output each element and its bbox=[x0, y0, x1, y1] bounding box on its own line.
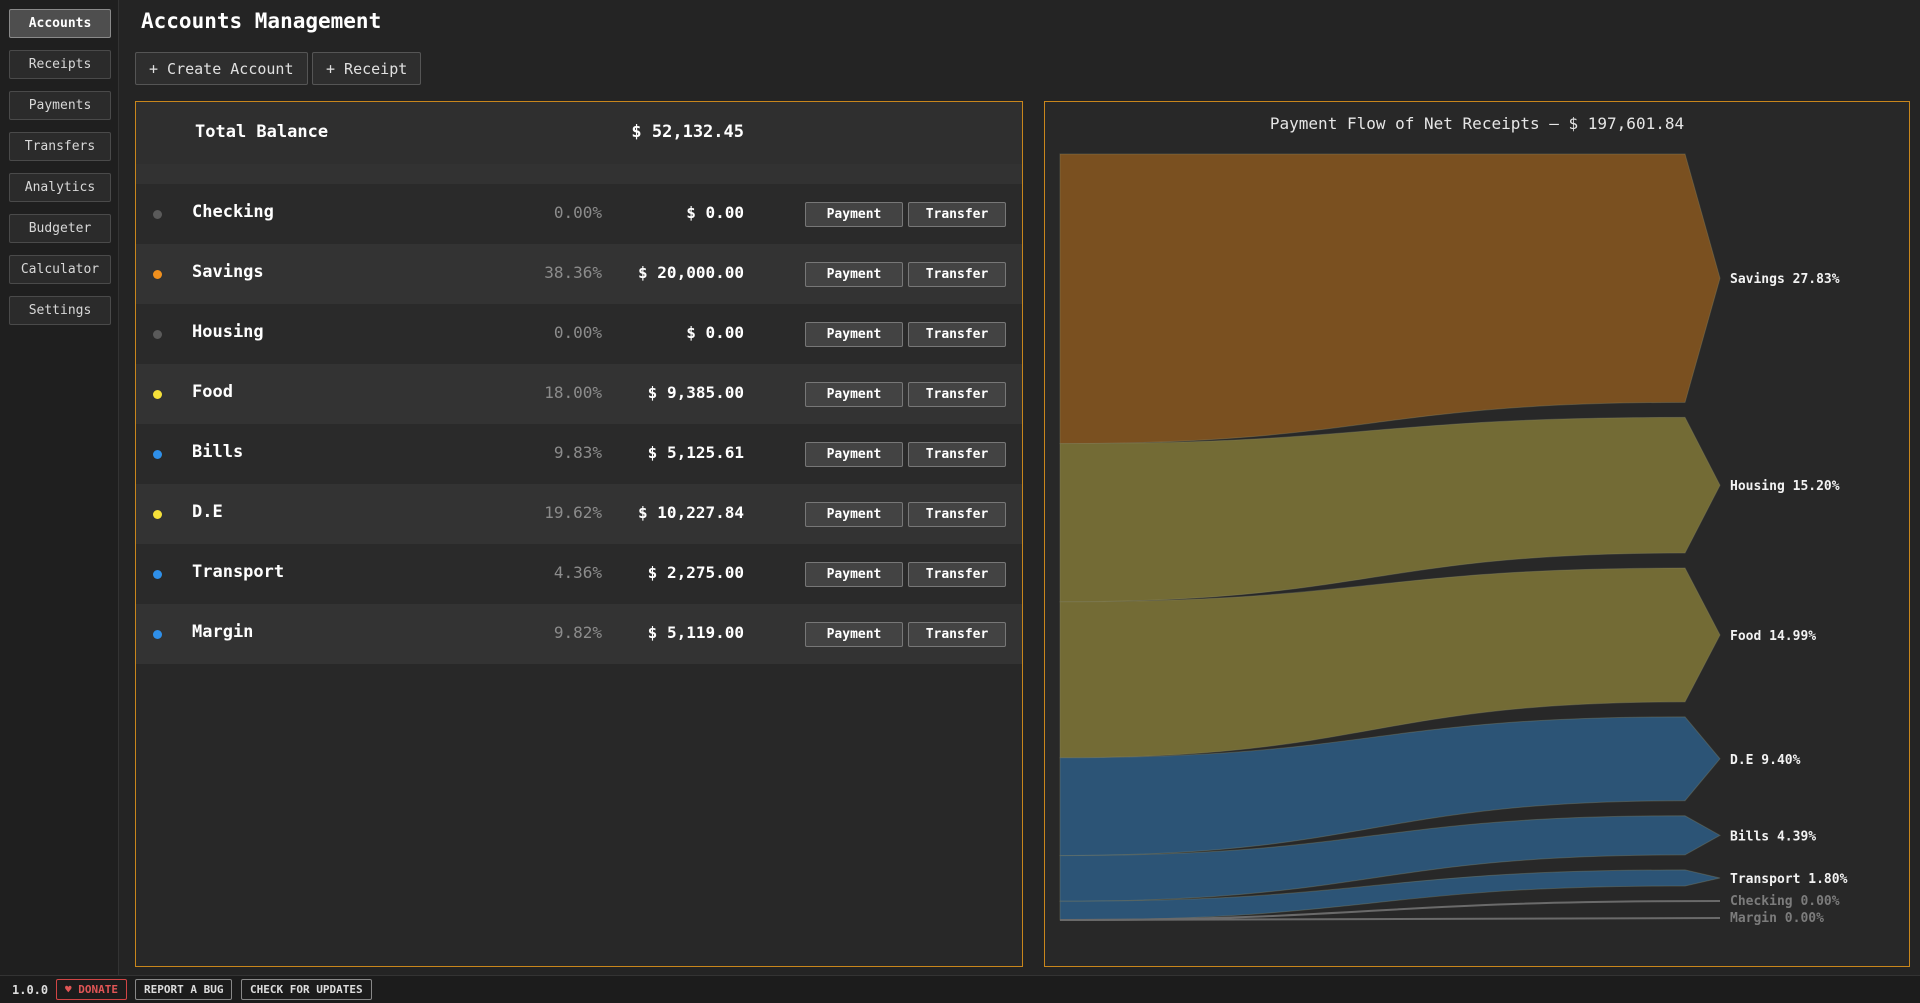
payment-button[interactable]: Payment bbox=[805, 562, 903, 587]
account-color-dot bbox=[153, 210, 162, 219]
sidebar: Accounts Receipts Payments Transfers Ana… bbox=[0, 0, 119, 975]
payment-button[interactable]: Payment bbox=[805, 202, 903, 227]
flow-label: Margin 0.00% bbox=[1730, 911, 1824, 926]
account-balance: $ 5,119.00 bbox=[647, 623, 744, 642]
account-balance: $ 20,000.00 bbox=[638, 263, 744, 282]
create-account-button[interactable]: + Create Account bbox=[135, 52, 308, 85]
payment-button[interactable]: Payment bbox=[805, 382, 903, 407]
account-balance: $ 10,227.84 bbox=[638, 503, 744, 522]
nav-budgeter[interactable]: Budgeter bbox=[9, 214, 111, 243]
check-updates-button[interactable]: CHECK FOR UPDATES bbox=[241, 979, 372, 1000]
table-spacer bbox=[136, 164, 1022, 184]
account-color-dot bbox=[153, 270, 162, 279]
account-percent: 9.83% bbox=[553, 443, 602, 462]
flow-band bbox=[1059, 153, 1721, 445]
accounts-panel: Total Balance $ 52,132.45 Checking 0.00%… bbox=[135, 101, 1023, 967]
flow-label: Transport 1.80% bbox=[1730, 872, 1848, 887]
account-color-dot bbox=[153, 510, 162, 519]
account-percent: 4.36% bbox=[553, 563, 602, 582]
transfer-button[interactable]: Transfer bbox=[908, 322, 1006, 347]
transfer-button[interactable]: Transfer bbox=[908, 262, 1006, 287]
transfer-button[interactable]: Transfer bbox=[908, 442, 1006, 467]
account-row-de: D.E 19.62% $ 10,227.84 Payment Transfer bbox=[136, 484, 1022, 544]
account-percent: 0.00% bbox=[553, 323, 602, 342]
add-receipt-button[interactable]: + Receipt bbox=[312, 52, 422, 85]
payment-button[interactable]: Payment bbox=[805, 622, 903, 647]
payment-flow-panel: Payment Flow of Net Receipts — $ 197,601… bbox=[1044, 101, 1910, 967]
account-name: Transport bbox=[192, 562, 285, 582]
transfer-button[interactable]: Transfer bbox=[908, 622, 1006, 647]
account-color-dot bbox=[153, 630, 162, 639]
nav-accounts[interactable]: Accounts bbox=[9, 9, 111, 38]
account-row-housing: Housing 0.00% $ 0.00 Payment Transfer bbox=[136, 304, 1022, 364]
flow-label: Bills 4.39% bbox=[1730, 829, 1816, 844]
account-name: Checking bbox=[192, 202, 274, 222]
nav-receipts[interactable]: Receipts bbox=[9, 50, 111, 79]
account-row-margin: Margin 9.82% $ 5,119.00 Payment Transfer bbox=[136, 604, 1022, 664]
payment-button[interactable]: Payment bbox=[805, 442, 903, 467]
payment-button[interactable]: Payment bbox=[805, 262, 903, 287]
total-balance-row: Total Balance $ 52,132.45 bbox=[136, 102, 1022, 164]
account-name: Housing bbox=[192, 322, 264, 342]
flow-label: Savings 27.83% bbox=[1730, 272, 1840, 287]
account-row-bills: Bills 9.83% $ 5,125.61 Payment Transfer bbox=[136, 424, 1022, 484]
account-name: Margin bbox=[192, 622, 254, 642]
account-balance: $ 0.00 bbox=[686, 323, 744, 342]
flow-label: Food 14.99% bbox=[1730, 629, 1816, 644]
nav-payments[interactable]: Payments bbox=[9, 91, 111, 120]
flow-label: D.E 9.40% bbox=[1730, 753, 1801, 768]
account-name: Bills bbox=[192, 442, 244, 462]
account-color-dot bbox=[153, 330, 162, 339]
account-balance: $ 5,125.61 bbox=[647, 443, 744, 462]
account-name: D.E bbox=[192, 502, 223, 522]
nav-transfers[interactable]: Transfers bbox=[9, 132, 111, 161]
account-row-savings: Savings 38.36% $ 20,000.00 Payment Trans… bbox=[136, 244, 1022, 304]
account-percent: 19.62% bbox=[544, 503, 602, 522]
nav-settings[interactable]: Settings bbox=[9, 296, 111, 325]
footer: 1.0.0 ♥ DONATE REPORT A BUG CHECK FOR UP… bbox=[0, 975, 1920, 1003]
payment-button[interactable]: Payment bbox=[805, 502, 903, 527]
account-balance: $ 2,275.00 bbox=[647, 563, 744, 582]
transfer-button[interactable]: Transfer bbox=[908, 202, 1006, 227]
account-color-dot bbox=[153, 390, 162, 399]
account-row-checking: Checking 0.00% $ 0.00 Payment Transfer bbox=[136, 184, 1022, 244]
transfer-button[interactable]: Transfer bbox=[908, 562, 1006, 587]
flow-label: Checking 0.00% bbox=[1730, 894, 1840, 909]
page-title: Accounts Management bbox=[141, 9, 382, 33]
total-balance-label: Total Balance bbox=[195, 122, 329, 142]
transfer-button[interactable]: Transfer bbox=[908, 502, 1006, 527]
nav-calculator[interactable]: Calculator bbox=[9, 255, 111, 284]
account-percent: 0.00% bbox=[553, 203, 602, 222]
account-balance: $ 0.00 bbox=[686, 203, 744, 222]
account-row-food: Food 18.00% $ 9,385.00 Payment Transfer bbox=[136, 364, 1022, 424]
transfer-button[interactable]: Transfer bbox=[908, 382, 1006, 407]
account-row-transport: Transport 4.36% $ 2,275.00 Payment Trans… bbox=[136, 544, 1022, 604]
account-color-dot bbox=[153, 450, 162, 459]
total-balance-value: $ 52,132.45 bbox=[631, 122, 744, 142]
account-percent: 9.82% bbox=[553, 623, 602, 642]
account-color-dot bbox=[153, 570, 162, 579]
payment-flow-chart: Savings 27.83% Housing 15.20% Food 14.99% D… bbox=[1059, 153, 1848, 926]
report-bug-button[interactable]: REPORT A BUG bbox=[135, 979, 233, 1000]
account-percent: 38.36% bbox=[544, 263, 602, 282]
flow-label: Housing 15.20% bbox=[1730, 479, 1840, 494]
nav-analytics[interactable]: Analytics bbox=[9, 173, 111, 202]
account-name: Savings bbox=[192, 262, 264, 282]
account-name: Food bbox=[192, 382, 233, 402]
account-percent: 18.00% bbox=[544, 383, 602, 402]
payment-button[interactable]: Payment bbox=[805, 322, 903, 347]
account-balance: $ 9,385.00 bbox=[647, 383, 744, 402]
version-label: 1.0.0 bbox=[12, 983, 49, 997]
donate-button[interactable]: ♥ DONATE bbox=[56, 979, 127, 1000]
